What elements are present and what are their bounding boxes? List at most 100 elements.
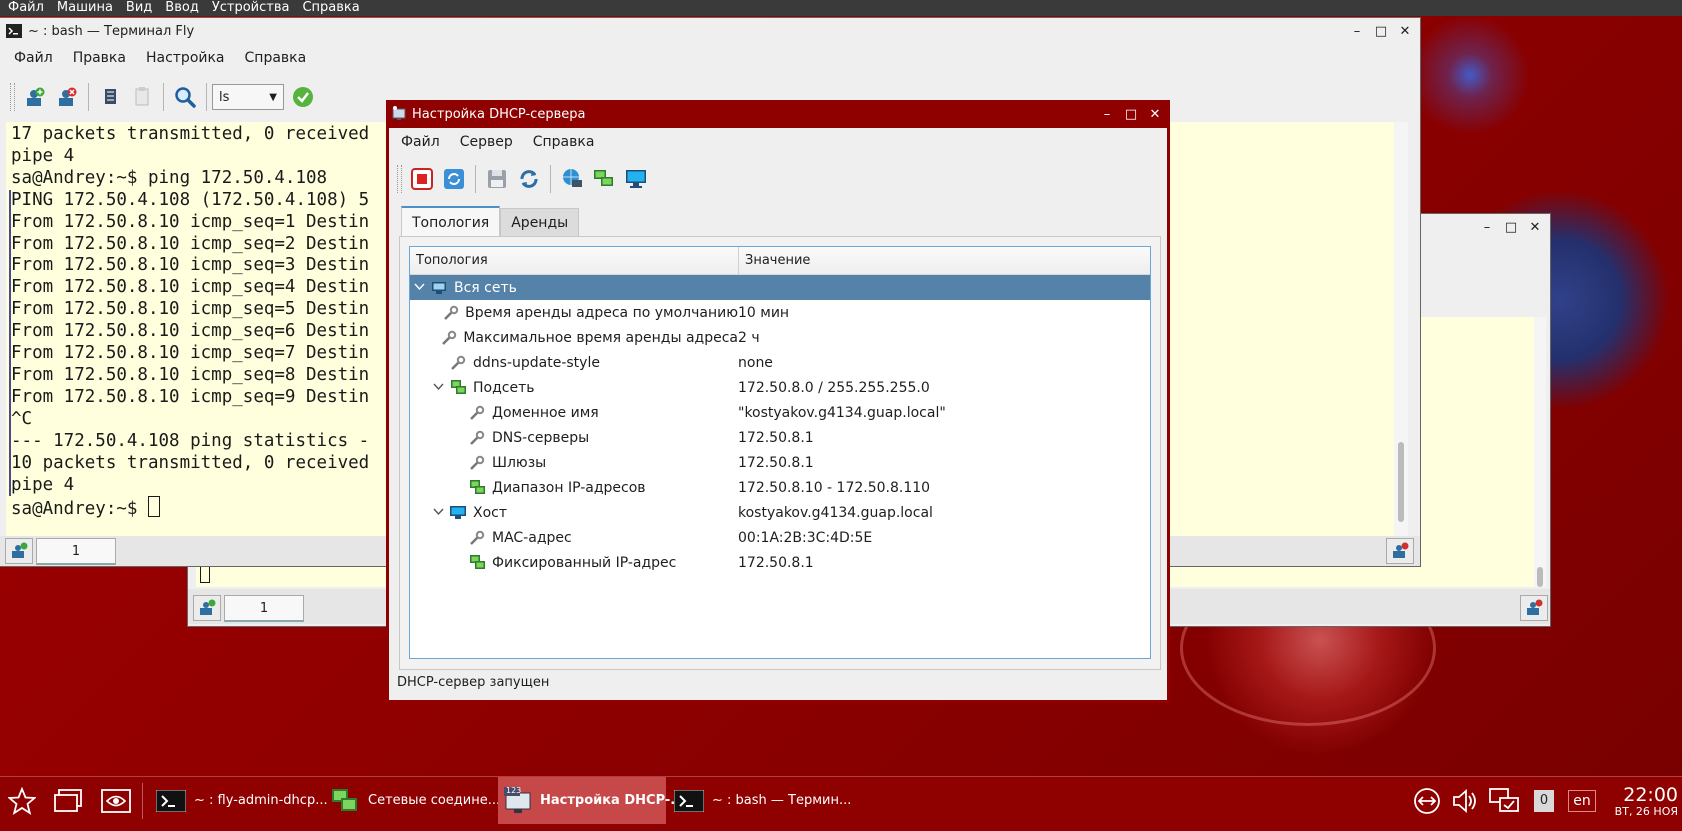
refresh-icon bbox=[520, 170, 538, 188]
vm-menu-file[interactable]: Файл bbox=[0, 0, 49, 16]
status-bar-text: DHCP-сервер запущен bbox=[397, 675, 550, 690]
tree-row-label-cell: Подсеть bbox=[410, 375, 738, 400]
expand-chevron-icon[interactable] bbox=[412, 281, 426, 294]
vm-menu-view[interactable]: Вид bbox=[118, 0, 157, 16]
host-settings-button[interactable] bbox=[621, 164, 651, 194]
dhcp-window[interactable]: Настройка DHCP-сервера – □ ✕ Файл Сервер… bbox=[386, 100, 1170, 703]
refresh-button[interactable] bbox=[514, 164, 544, 194]
menu-server[interactable]: Сервер bbox=[450, 134, 523, 150]
save-icon bbox=[488, 170, 506, 188]
tree-row[interactable]: Хост kostyakov.g4134.guap.local bbox=[410, 500, 1150, 525]
tree-row[interactable]: ddns-update-style none bbox=[410, 350, 1150, 375]
task-fly-admin-dhcp[interactable]: ~ : fly-admin-dhcp... bbox=[152, 777, 328, 824]
task-dhcp-settings[interactable]: 123 Настройка DHCP-... bbox=[498, 777, 685, 824]
minimize-button[interactable]: – bbox=[1348, 22, 1366, 40]
maximize-button[interactable]: □ bbox=[1372, 22, 1390, 40]
speaker-icon bbox=[1453, 788, 1476, 813]
scrollbar[interactable] bbox=[1534, 317, 1546, 587]
menu-help[interactable]: Справка bbox=[235, 50, 317, 66]
vm-menu-input[interactable]: Ввод bbox=[157, 0, 204, 16]
command-combobox[interactable]: ls ▼ bbox=[212, 84, 284, 110]
task-bash-terminal[interactable]: ~ : bash — Термин... bbox=[670, 777, 851, 824]
terminal-tab-1[interactable]: 1 bbox=[36, 538, 116, 565]
notification-counter[interactable]: 0 bbox=[1532, 777, 1556, 824]
start-menu-button[interactable] bbox=[4, 777, 40, 824]
close-tab-button[interactable] bbox=[1386, 538, 1414, 564]
vm-menu-help[interactable]: Справка bbox=[294, 0, 364, 16]
notification-count: 0 bbox=[1534, 789, 1554, 812]
wrench-icon bbox=[449, 354, 467, 372]
expand-chevron-icon[interactable] bbox=[431, 506, 445, 519]
network-connections-tray-button[interactable] bbox=[1486, 777, 1522, 824]
menu-edit[interactable]: Правка bbox=[63, 50, 136, 66]
network-connections-icon bbox=[330, 787, 360, 815]
maximize-button[interactable]: □ bbox=[1122, 105, 1140, 123]
toolbar-separator bbox=[206, 83, 207, 111]
tree-row[interactable]: Максимальное время аренды адреса 2 ч bbox=[410, 325, 1150, 350]
tree-row[interactable]: MAC-адрес 00:1A:2B:3C:4D:5E bbox=[410, 525, 1150, 550]
close-tab-button[interactable] bbox=[1520, 595, 1548, 621]
close-session-button[interactable] bbox=[52, 82, 82, 112]
scrollbar[interactable] bbox=[1394, 122, 1408, 536]
terminal-tab-1[interactable]: 1 bbox=[224, 595, 304, 622]
dhcp-tabs: Топология Аренды bbox=[401, 206, 580, 238]
vm-menu-devices[interactable]: Устройства bbox=[204, 0, 295, 16]
menu-settings[interactable]: Настройка bbox=[136, 50, 235, 66]
vm-menu-machine[interactable]: Машина bbox=[49, 0, 118, 16]
dhcp-menubar: Файл Сервер Справка bbox=[389, 128, 1167, 156]
dhcp-titlebar[interactable]: Настройка DHCP-сервера – □ ✕ bbox=[386, 100, 1170, 128]
menu-file[interactable]: Файл bbox=[4, 50, 63, 66]
terminal-titlebar[interactable]: ~ : bash — Терминал Fly – □ ✕ bbox=[0, 18, 1420, 44]
menu-help[interactable]: Справка bbox=[523, 134, 605, 150]
subnet-settings-button[interactable] bbox=[589, 164, 619, 194]
host-icon bbox=[449, 504, 467, 522]
subnet-icon bbox=[468, 554, 486, 572]
close-button[interactable]: ✕ bbox=[1526, 218, 1544, 236]
new-tab-button[interactable] bbox=[5, 538, 33, 564]
show-desktop-button[interactable] bbox=[48, 777, 88, 824]
menu-file[interactable]: Файл bbox=[391, 134, 450, 150]
tree-row[interactable]: Диапазон IP-адресов 172.50.8.10 - 172.50.… bbox=[410, 475, 1150, 500]
tree-row-label: Фиксированный IP-адрес bbox=[492, 554, 677, 571]
tab-topology[interactable]: Топология bbox=[401, 206, 501, 238]
stop-server-button[interactable] bbox=[407, 164, 437, 194]
expand-chevron-icon[interactable] bbox=[431, 381, 445, 394]
task-network-connections[interactable]: Сетевые соедине... bbox=[326, 777, 500, 824]
close-button[interactable]: ✕ bbox=[1396, 22, 1414, 40]
tree-row[interactable]: DNS-серверы 172.50.8.1 bbox=[410, 425, 1150, 450]
subnet-icon bbox=[594, 170, 613, 186]
network-tray-button[interactable] bbox=[1410, 777, 1444, 824]
close-button[interactable]: ✕ bbox=[1146, 105, 1164, 123]
minimize-button[interactable]: – bbox=[1098, 105, 1116, 123]
new-tab-button[interactable] bbox=[193, 595, 221, 621]
column-header-topology[interactable]: Топология bbox=[410, 247, 739, 274]
tree-row[interactable]: Время аренды адреса по умолчанию 10 мин bbox=[410, 300, 1150, 325]
minimize-button[interactable]: – bbox=[1478, 218, 1496, 236]
tree-row[interactable]: Подсеть 172.50.8.0 / 255.255.255.0 bbox=[410, 375, 1150, 400]
topology-tree[interactable]: Топология Значение Вся сеть Время аренды … bbox=[409, 246, 1151, 659]
tree-row[interactable]: Фиксированный IP-адрес 172.50.8.1 bbox=[410, 550, 1150, 575]
network-settings-button[interactable] bbox=[557, 164, 587, 194]
copy-button[interactable] bbox=[95, 82, 125, 112]
volume-tray-button[interactable] bbox=[1448, 777, 1482, 824]
search-button[interactable] bbox=[170, 82, 200, 112]
restart-server-button[interactable] bbox=[439, 164, 469, 194]
taskbar-separator bbox=[142, 783, 143, 819]
new-session-button[interactable] bbox=[20, 82, 50, 112]
paste-button[interactable] bbox=[127, 82, 157, 112]
save-button[interactable] bbox=[482, 164, 512, 194]
tree-row-label-cell: Хост bbox=[410, 500, 738, 525]
wrench-icon bbox=[468, 429, 486, 447]
column-header-value[interactable]: Значение bbox=[739, 247, 810, 274]
task-overview-button[interactable] bbox=[96, 777, 136, 824]
tree-row-value: 172.50.8.1 bbox=[738, 454, 814, 471]
clock[interactable]: 22:00 ВТ, 26 НОЯ bbox=[1606, 785, 1682, 819]
tree-row[interactable]: Доменное имя "kostyakov.g4134.guap.local" bbox=[410, 400, 1150, 425]
tree-row-label: MAC-адрес bbox=[492, 529, 572, 546]
maximize-button[interactable]: □ bbox=[1502, 218, 1520, 236]
tree-row[interactable]: Шлюзы 172.50.8.1 bbox=[410, 450, 1150, 475]
run-command-button[interactable] bbox=[288, 82, 318, 112]
keyboard-layout-indicator[interactable]: en bbox=[1564, 777, 1600, 824]
tab-leases[interactable]: Аренды bbox=[500, 208, 580, 237]
tree-row[interactable]: Вся сеть bbox=[410, 275, 1150, 300]
